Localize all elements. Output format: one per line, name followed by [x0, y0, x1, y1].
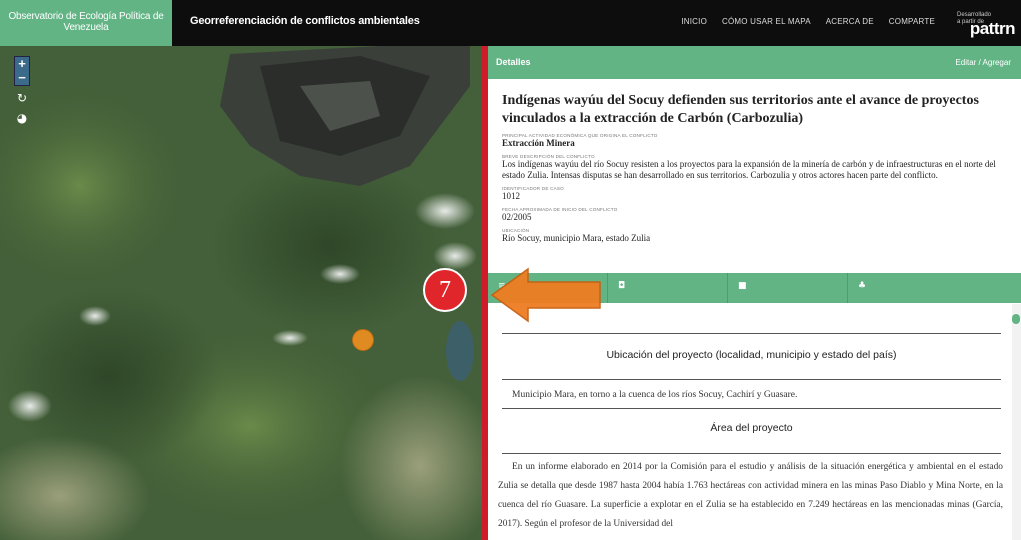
pointer-arrow-icon [490, 267, 601, 323]
nav-link-acerca[interactable]: ACERCA DE [826, 17, 874, 26]
scrollbar-thumb[interactable] [1012, 314, 1020, 324]
step-number-badge: 7 [423, 268, 467, 312]
satellite-imagery [0, 46, 482, 540]
refresh-icon[interactable]: ↻ [14, 90, 30, 106]
section-title-area: Área del proyecto [710, 422, 793, 434]
zoom-out-button[interactable]: − [15, 71, 29, 85]
pattrn-logo[interactable]: pattrn [970, 19, 1016, 39]
field-value-activity: Extracción Minera [502, 138, 575, 148]
globe-icon[interactable]: ◕ [14, 110, 30, 126]
field-value-start-date: 02/2005 [502, 212, 532, 222]
case-info: Indígenas wayúu del Socuy defienden sus … [502, 92, 1010, 244]
zoom-control: + − [14, 56, 30, 86]
section-divider [502, 453, 1001, 454]
panel-scrollbar[interactable] [1012, 304, 1021, 540]
section-divider [502, 408, 1001, 409]
zoom-in-button[interactable]: + [15, 57, 29, 71]
conflict-marker[interactable] [352, 329, 374, 351]
top-navbar: Observatorio de Ecología Política de Ven… [0, 0, 1021, 46]
section-divider [502, 333, 1001, 334]
map-controls: + − ↻ ◕ [14, 56, 30, 126]
panel-title: Detalles [496, 57, 531, 67]
camera-icon: ◘ [618, 281, 626, 291]
video-icon: ■ [738, 281, 747, 291]
site-brand[interactable]: Observatorio de Ecología Política de Ven… [0, 0, 172, 46]
nav-link-comparte[interactable]: COMPARTE [889, 17, 935, 26]
tree-icon: ♣ [858, 281, 867, 291]
section-text-location: Municipio Mara, en torno a la cuenca de … [512, 390, 798, 400]
case-title: Indígenas wayúu del Socuy defienden sus … [502, 93, 979, 126]
site-subtitle: Georreferenciación de conflictos ambient… [190, 15, 420, 27]
nav-links: INICIO CÓMO USAR EL MAPA ACERCA DE COMPA… [681, 17, 935, 26]
field-value-description: Los indígenas wayúu del río Socuy resist… [502, 159, 996, 180]
nav-link-como-usar[interactable]: CÓMO USAR EL MAPA [722, 17, 811, 26]
map-view[interactable]: + − ↻ ◕ [0, 46, 482, 540]
field-value-location: Río Socuy, municipio Mara, estado Zulia [502, 233, 651, 243]
tab-photos[interactable]: ◘ [608, 273, 728, 303]
nav-link-inicio[interactable]: INICIO [681, 17, 707, 26]
section-text-area: En un informe elaborado en 2014 por la C… [498, 462, 1003, 529]
section-divider [502, 379, 1001, 380]
tab-environment[interactable]: ♣ [848, 273, 968, 303]
panel-header: Detalles Editar / Agregar [488, 46, 1021, 79]
tab-videos[interactable]: ■ [728, 273, 848, 303]
edit-add-link[interactable]: Editar / Agregar [955, 58, 1011, 67]
field-value-case-id: 1012 [502, 191, 520, 201]
section-title-location: Ubicación del proyecto (localidad, munic… [606, 349, 897, 361]
